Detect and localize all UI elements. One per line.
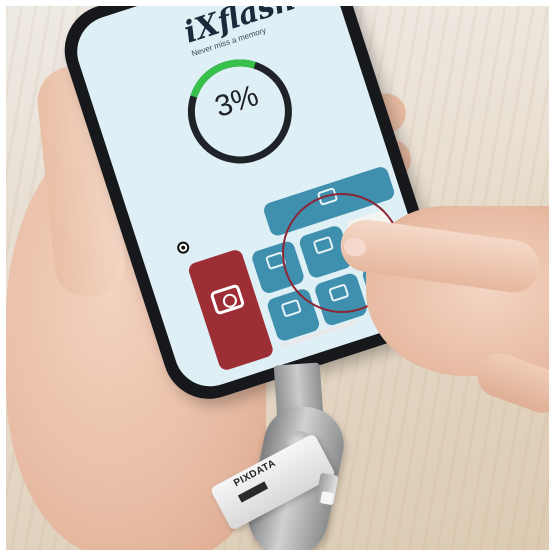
app-brand: iXflash bbox=[179, 6, 300, 51]
phone-icon bbox=[280, 299, 303, 319]
product-photo: iXflash Never miss a memory 3% PIXDATA bbox=[6, 6, 549, 550]
radio-icon[interactable] bbox=[175, 240, 191, 256]
lightning-tip bbox=[320, 491, 334, 505]
camera-icon bbox=[209, 283, 246, 316]
